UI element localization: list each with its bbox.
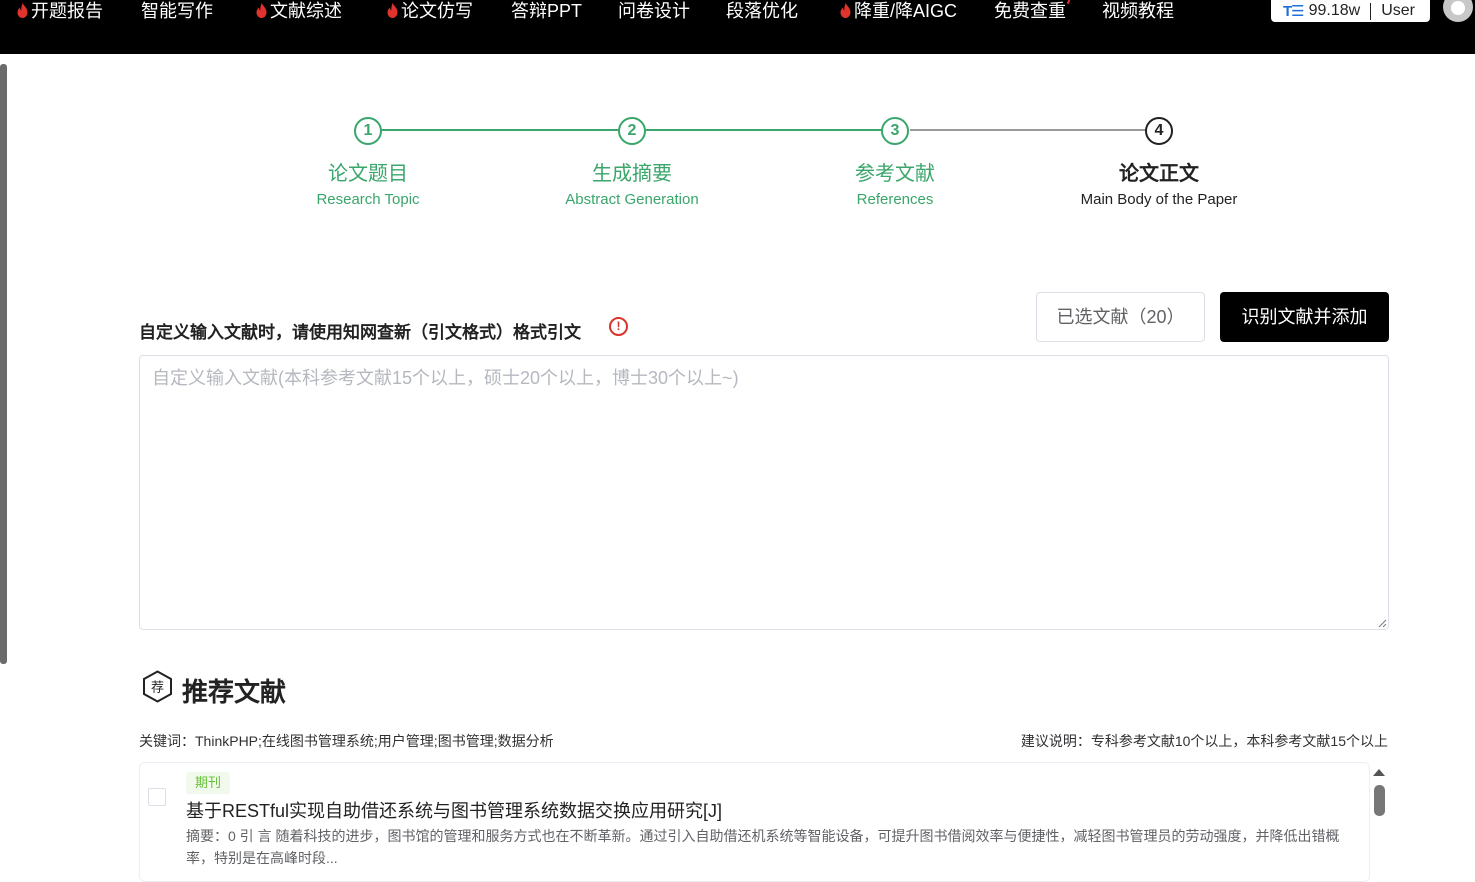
step-2-title: 生成摘要 [592,163,672,185]
top-nav-bar: 开题报告 智能写作 文献综述 论文仿写 答辩PPT 问卷设计 段落优化 降重/降… [0,0,1475,54]
reference-title[interactable]: 基于RESTful实现自助借还系统与图书管理系统数据交换应用研究[J] [186,797,722,823]
nav-item-reduce-aigc[interactable]: 降重/降AIGC [840,0,957,22]
nav-item-video-tutorial[interactable]: 视频教程 [1102,0,1174,22]
step-connector [382,129,618,131]
recognize-add-button[interactable]: 识别文献并添加 [1220,292,1389,342]
list-scrollbar-thumb[interactable] [1374,785,1385,816]
nav-item-label: 智能写作 [141,1,213,21]
nav-item-label: 答辩PPT [511,1,583,21]
fire-icon [256,3,267,18]
reference-card[interactable]: 期刊 基于RESTful实现自助借还系统与图书管理系统数据交换应用研究[J] 摘… [139,762,1370,882]
step-connector [646,129,882,131]
step-1-title: 论文题目 [328,163,408,185]
nav-item-label: 开题报告 [31,1,103,21]
nav-item-questionnaire[interactable]: 问卷设计 [618,0,690,22]
step-1-circle[interactable]: 1 [354,117,382,145]
reference-checkbox[interactable] [148,788,166,806]
step-2-subtitle: Abstract Generation [565,191,699,208]
recommend-icon-char: 荐 [151,681,164,696]
token-icon: T☰ [1283,3,1305,20]
step-2-circle[interactable]: 2 [618,117,646,145]
step-4-title: 论文正文 [1119,163,1199,185]
recommend-hexagon-icon: 荐 [143,670,172,703]
reference-type-tag: 期刊 [186,772,231,794]
nav-item-paper-imitation[interactable]: 论文仿写 [387,0,473,22]
step-connector [910,129,1146,131]
nav-item-label: 免费查重 [994,1,1066,21]
custom-reference-input[interactable] [139,355,1389,630]
nav-item-label: 文献综述 [270,1,342,21]
token-balance: 99.18w [1308,2,1361,19]
nav-item-literature-review[interactable]: 文献综述 [256,0,342,22]
nav-item-defense-ppt[interactable]: 答辩PPT [511,0,582,22]
reference-abstract: 摘要：0 引 言 随着科技的进步，图书馆的管理和服务方式也在不断革新。通过引入自… [186,828,1340,866]
keywords-line: 关键词：ThinkPHP;在线图书管理系统;用户管理;图书管理;数据分析 [139,733,554,749]
fire-icon [840,3,851,18]
warning-icon[interactable]: ! [609,317,628,336]
scroll-up-arrow-icon[interactable] [1373,769,1385,776]
step-3-subtitle: References [856,191,934,208]
recommend-title: 推荐文献 [182,677,287,707]
nav-item-paragraph-optimize[interactable]: 段落优化 [726,0,798,22]
step-3-title: 参考文献 [855,163,935,185]
fire-icon [17,3,28,18]
step-4-circle[interactable]: 4 [1145,117,1173,145]
nav-item-label: 段落优化 [726,1,798,21]
left-scrollbar[interactable] [0,64,7,664]
divider [1370,2,1372,20]
selected-references-button[interactable]: 已选文献（20） [1036,292,1205,342]
fire-icon [387,3,398,18]
step-1-subtitle: Research Topic [316,191,420,208]
suggestion-note: 建议说明：专科参考文献10个以上，本科参考文献15个以上 [1020,733,1388,749]
avatar[interactable] [1443,0,1473,22]
nav-item-free-check[interactable]: 免费查重 [994,0,1070,22]
custom-ref-hint: 自定义输入文献时，请使用知网查新（引文格式）格式引文 [139,323,581,342]
user-info-box[interactable]: T☰ 99.18w User [1271,0,1430,22]
nav-item-label: 问卷设计 [618,1,690,21]
nav-item-label: 降重/降AIGC [854,1,958,21]
nav-item-opening-report[interactable]: 开题报告 [17,0,103,22]
nav-item-smart-writing[interactable]: 智能写作 [141,0,213,22]
nav-item-label: 视频教程 [1102,1,1174,21]
step-4-subtitle: Main Body of the Paper [1080,191,1238,208]
nav-item-label: 论文仿写 [401,1,473,21]
user-label: User [1381,2,1415,19]
resize-handle-icon[interactable] [1377,618,1387,628]
step-3-circle[interactable]: 3 [881,117,909,145]
